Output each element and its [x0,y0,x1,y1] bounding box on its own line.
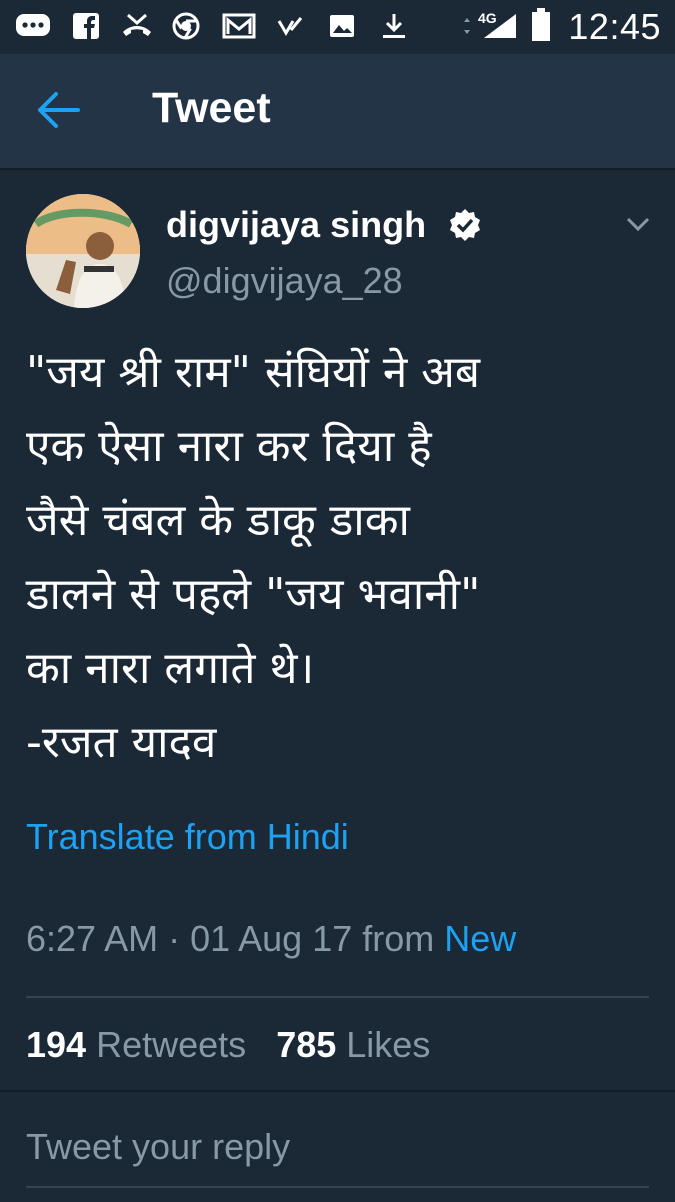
missed-call-icon [123,13,151,36]
facebook-icon [73,13,99,39]
divider [26,996,649,998]
likes-label: Likes [346,1024,431,1065]
reply-input[interactable]: Tweet your reply [26,1126,290,1168]
retweets-stat[interactable]: 194 Retweets [26,1024,246,1065]
chevron-down-icon[interactable] [626,214,650,234]
status-bar: 4G 12:45 [0,0,675,54]
source-link[interactable]: New [444,918,516,959]
likes-count: 785 [276,1024,337,1065]
gmail-icon [222,13,256,39]
tweet-text: "जय श्री राम" संघियों ने अब एक ऐसा नारा … [26,347,481,768]
download-icon [383,14,405,38]
back-arrow-icon[interactable] [36,90,82,130]
tweet-timestamp: 6:27 AM · 01 Aug 17 from New [26,918,516,960]
chat-bubble-icon [16,14,50,36]
reply-underline [26,1186,649,1188]
translate-link[interactable]: Translate from Hindi [26,816,349,858]
verified-badge-icon [450,209,480,241]
image-icon [330,15,354,37]
signal-icon [484,14,516,38]
timestamp-text: 6:27 AM · 01 Aug 17 from [26,918,445,959]
author-name[interactable]: digvijaya singh [166,204,426,246]
page-title: Tweet [152,84,271,132]
chrome-icon [172,12,200,40]
sync-arrows-icon [464,18,470,34]
battery-icon [532,8,550,41]
avatar[interactable] [26,194,140,308]
engagement-stats: 194 Retweets 785 Likes [26,1024,430,1066]
reply-composer: Tweet your reply [0,1090,675,1202]
author-handle[interactable]: @digvijaya_28 [166,260,403,302]
likes-stat[interactable]: 785 Likes [276,1024,430,1065]
clock: 12:45 [568,6,661,47]
retweets-count: 194 [26,1024,87,1065]
retweets-label: Retweets [96,1024,247,1065]
checkmark-icon [277,17,303,36]
app-bar: Tweet [0,54,675,170]
